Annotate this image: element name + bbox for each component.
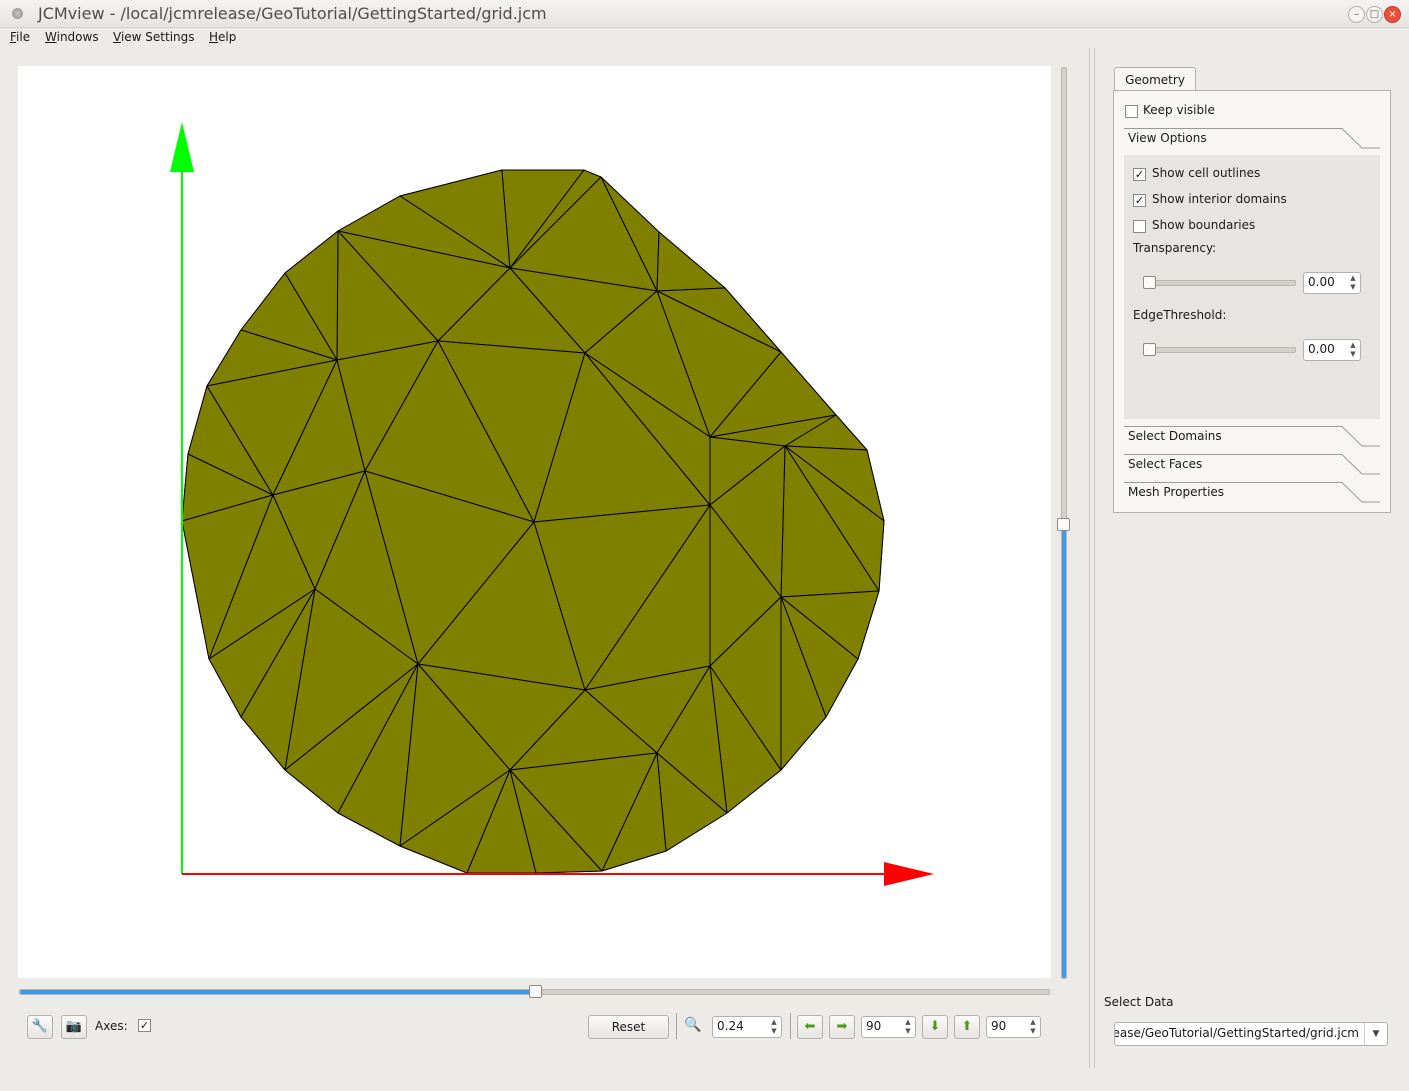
transparency-value: 0.00 [1308, 275, 1335, 289]
select-data-combobox[interactable]: ease/GeoTutorial/GettingStarted/grid.jcm… [1114, 1022, 1388, 1046]
window-title: JCMview - /local/jcmrelease/GeoTutorial/… [38, 4, 547, 23]
horizontal-view-slider[interactable] [19, 985, 1050, 998]
camera-icon[interactable]: 📷 [61, 1015, 87, 1039]
rotate-right-icon[interactable]: ➡ [829, 1015, 855, 1039]
vertical-angle-value: 90 [991, 1019, 1007, 1033]
axes-label: Axes: [95, 1019, 128, 1033]
menu-windows[interactable]: Windows [45, 30, 99, 44]
reset-button[interactable]: Reset [588, 1015, 669, 1039]
vertical-angle-spinbox[interactable]: 90 ▲ ▼ [986, 1016, 1041, 1038]
menu-file[interactable]: File [10, 30, 30, 44]
spin-down-icon[interactable]: ▼ [1348, 283, 1358, 292]
rotate-down-icon[interactable]: ⬇ [922, 1015, 948, 1039]
edge-threshold-slider[interactable] [1143, 343, 1296, 356]
view-options-body: ✓ Show cell outlines ✓ Show interior dom… [1124, 155, 1380, 419]
toolbar-separator [790, 1013, 791, 1039]
close-button[interactable]: × [1384, 6, 1401, 23]
tab-geometry[interactable]: Geometry [1114, 67, 1196, 92]
horizontal-slider-handle[interactable] [528, 985, 542, 998]
rotate-up-icon[interactable]: ⬆ [954, 1015, 980, 1039]
horizontal-angle-value: 90 [866, 1019, 882, 1033]
spin-up-icon[interactable]: ▲ [1028, 1018, 1038, 1027]
edge-threshold-slider-handle[interactable] [1143, 343, 1156, 356]
vertical-view-slider[interactable] [1057, 67, 1070, 979]
axes-checkbox[interactable]: ✓ [138, 1019, 151, 1032]
edge-threshold-label: EdgeThreshold: [1133, 308, 1227, 322]
mesh-triangle [656, 231, 726, 292]
spin-down-icon[interactable]: ▼ [903, 1027, 913, 1036]
spin-down-icon[interactable]: ▼ [769, 1027, 779, 1036]
edge-threshold-spinbox[interactable]: 0.00 ▲ ▼ [1303, 339, 1361, 361]
spin-down-icon[interactable]: ▼ [1028, 1027, 1038, 1036]
show-cell-outlines-label: Show cell outlines [1152, 166, 1261, 180]
view-options-header[interactable]: View Options [1124, 128, 1380, 151]
show-interior-domains-label: Show interior domains [1152, 192, 1287, 206]
geometry-panel: Keep visible View Options ✓ Show cell ou… [1113, 90, 1391, 513]
render-viewport[interactable] [18, 66, 1051, 978]
horizontal-angle-spinbox[interactable]: 90 ▲ ▼ [861, 1016, 916, 1038]
transparency-spinbox[interactable]: 0.00 ▲ ▼ [1303, 272, 1361, 294]
spin-up-icon[interactable]: ▲ [1348, 274, 1358, 283]
spin-up-icon[interactable]: ▲ [1348, 341, 1358, 350]
mesh-properties-header[interactable]: Mesh Properties [1124, 482, 1380, 505]
select-faces-header[interactable]: Select Faces [1124, 454, 1380, 477]
keep-visible-label: Keep visible [1143, 103, 1215, 117]
triangle-mesh [181, 169, 885, 874]
vertical-slider-fill [1062, 523, 1066, 978]
wrench-icon[interactable]: 🔧 [27, 1015, 53, 1039]
transparency-slider-handle[interactable] [1143, 276, 1156, 289]
mesh-canvas[interactable] [18, 66, 1051, 978]
spin-down-icon[interactable]: ▼ [1348, 350, 1358, 359]
menu-help[interactable]: Help [209, 30, 236, 44]
chevron-down-icon[interactable]: ▼ [1364, 1023, 1387, 1045]
title-bar: JCMview - /local/jcmrelease/GeoTutorial/… [0, 0, 1409, 28]
select-data-value: ease/GeoTutorial/GettingStarted/grid.jcm [1114, 1026, 1359, 1040]
menu-view-settings[interactable]: View Settings [113, 30, 195, 44]
transparency-slider[interactable] [1143, 276, 1296, 289]
show-interior-domains-checkbox[interactable]: ✓ [1133, 194, 1146, 207]
maximize-button[interactable]: □ [1366, 6, 1383, 23]
show-boundaries-checkbox[interactable] [1133, 220, 1146, 233]
toolbar-separator [676, 1013, 677, 1039]
edge-threshold-value: 0.00 [1308, 342, 1335, 356]
show-cell-outlines-checkbox[interactable]: ✓ [1133, 168, 1146, 181]
horizontal-slider-fill [20, 990, 535, 994]
minimize-button[interactable]: – [1348, 6, 1365, 23]
panel-splitter[interactable] [1089, 48, 1095, 1068]
select-data-label: Select Data [1104, 995, 1174, 1009]
show-boundaries-label: Show boundaries [1152, 218, 1256, 232]
spin-up-icon[interactable]: ▲ [769, 1018, 779, 1027]
app-icon [12, 8, 23, 19]
select-domains-header[interactable]: Select Domains [1124, 426, 1380, 449]
zoom-icon: 🔍 [684, 1017, 702, 1033]
rotate-left-icon[interactable]: ⬅ [797, 1015, 823, 1039]
keep-visible-checkbox[interactable] [1125, 105, 1138, 118]
vertical-slider-handle[interactable] [1057, 518, 1070, 531]
zoom-spinbox[interactable]: 0.24 ▲ ▼ [712, 1016, 782, 1038]
spin-up-icon[interactable]: ▲ [903, 1018, 913, 1027]
zoom-value: 0.24 [717, 1019, 744, 1033]
menu-bar: File Windows View Settings Help [0, 28, 1409, 48]
transparency-label: Transparency: [1133, 241, 1217, 255]
